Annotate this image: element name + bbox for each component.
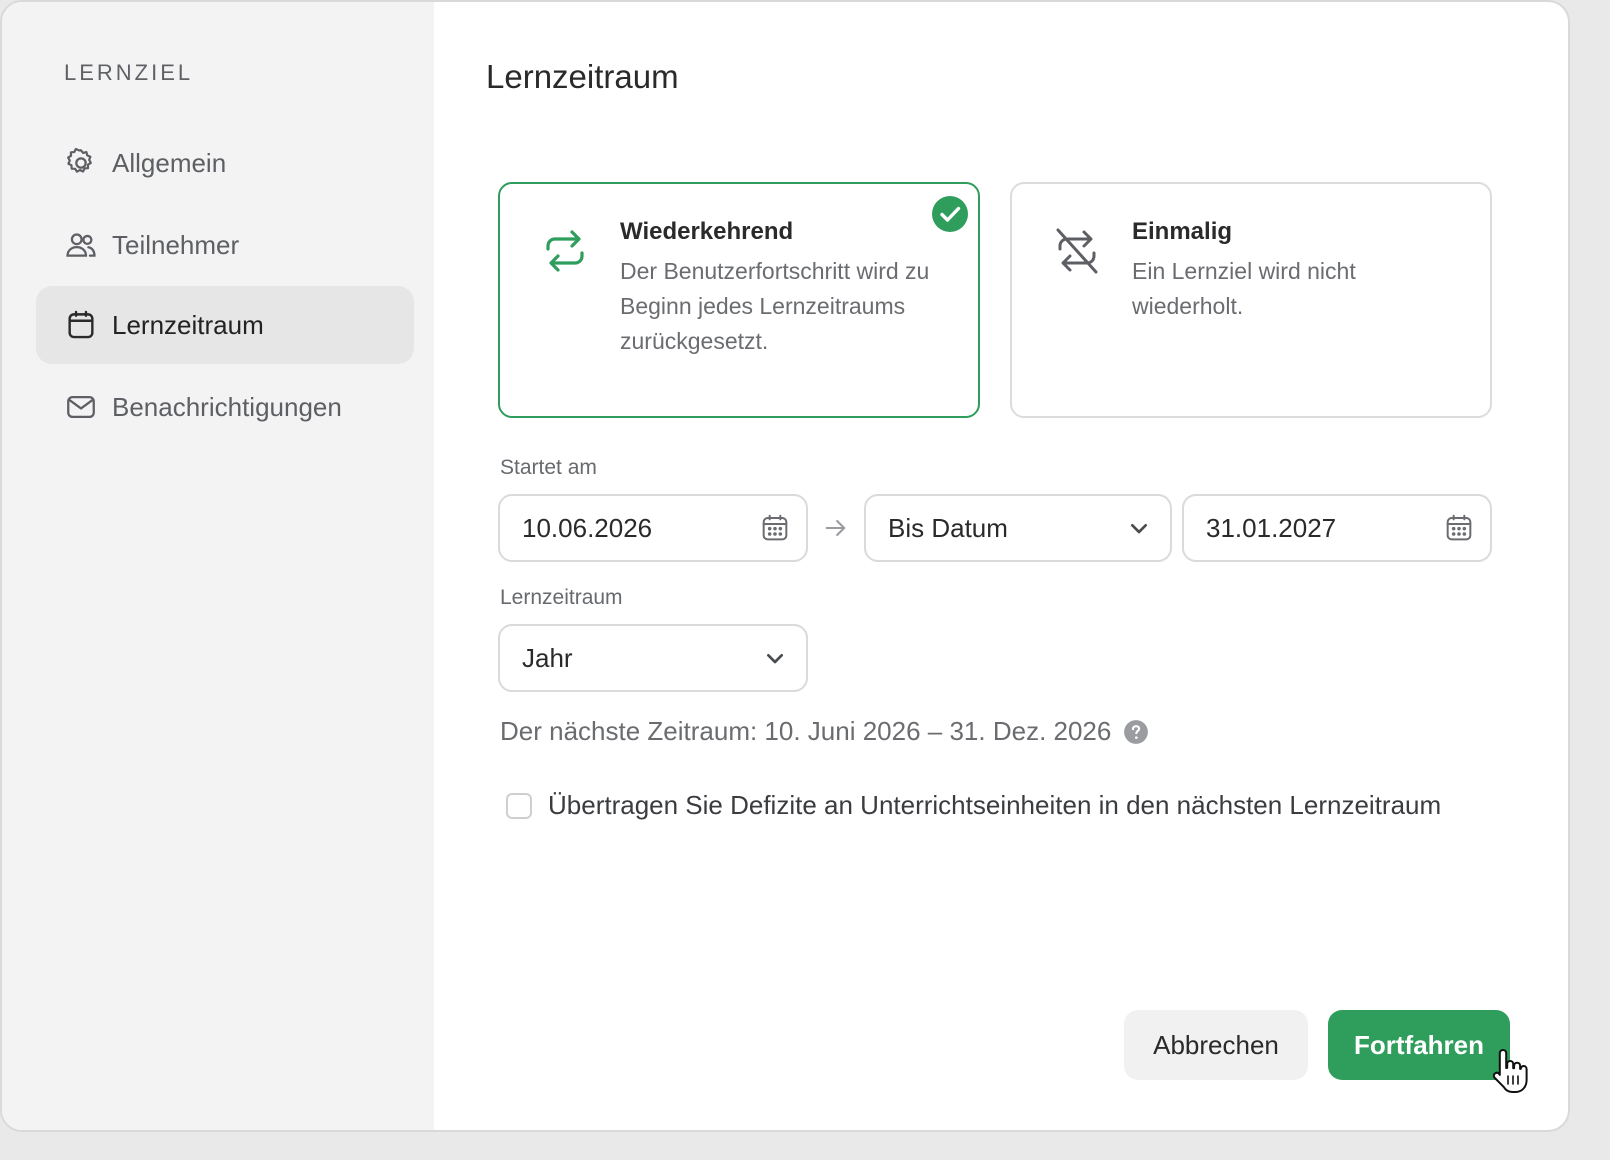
cancel-button[interactable]: Abbrechen <box>1124 1010 1308 1080</box>
sidebar: LERNZIEL Allgemein Teilnehmer Lernzeitra… <box>2 2 434 1130</box>
gear-icon <box>64 146 98 180</box>
end-mode-select[interactable]: Bis Datum <box>864 494 1172 562</box>
carry-over-row: Übertragen Sie Defizite an Unterrichtsei… <box>506 790 1441 821</box>
main-content: Lernzeitraum Wiederkehrend Der Benutzerf… <box>434 2 1568 1130</box>
arrow-right-icon <box>822 514 850 542</box>
mail-icon <box>64 390 98 424</box>
next-period-info: Der nächste Zeitraum: 10. Juni 2026 – 31… <box>500 716 1149 747</box>
end-date-value: 31.01.2027 <box>1206 512 1337 543</box>
continue-button[interactable]: Fortfahren <box>1328 1010 1510 1080</box>
chevron-down-icon <box>758 641 792 675</box>
sidebar-heading: LERNZIEL <box>64 60 194 85</box>
sidebar-item-label: Teilnehmer <box>112 229 240 260</box>
repeat-icon <box>536 222 594 280</box>
end-mode-value: Bis Datum <box>888 512 1008 543</box>
calendar-icon[interactable] <box>1442 511 1476 545</box>
users-icon <box>64 228 98 262</box>
calendar-icon <box>64 308 98 342</box>
start-date-value: 10.06.2026 <box>522 512 653 543</box>
sidebar-item-benachrichtigungen[interactable]: Benachrichtigungen <box>36 368 414 446</box>
option-card-recurring[interactable]: Wiederkehrend Der Benutzerfortschritt wi… <box>498 182 980 418</box>
start-date-label: Startet am <box>500 456 597 479</box>
calendar-icon[interactable] <box>758 511 792 545</box>
page-title: Lernzeitraum <box>486 58 679 95</box>
next-period-text: Der nächste Zeitraum: 10. Juni 2026 – 31… <box>500 716 1112 746</box>
sidebar-item-lernzeitraum[interactable]: Lernzeitraum <box>36 286 414 364</box>
chevron-down-icon <box>1122 511 1156 545</box>
option-title: Einmalig <box>1132 218 1233 245</box>
option-card-one-time[interactable]: Einmalig Ein Lernziel wird nicht wiederh… <box>1010 182 1492 418</box>
no-repeat-icon <box>1048 222 1106 280</box>
option-title: Wiederkehrend <box>620 218 794 245</box>
help-icon[interactable] <box>1123 719 1149 745</box>
goal-settings-dialog: LERNZIEL Allgemein Teilnehmer Lernzeitra… <box>0 0 1570 1132</box>
sidebar-item-teilnehmer[interactable]: Teilnehmer <box>36 206 414 284</box>
hand-pointer-icon <box>1490 1046 1530 1098</box>
sidebar-item-label: Benachrichtigungen <box>112 391 342 422</box>
end-date-input[interactable]: 31.01.2027 <box>1182 494 1492 562</box>
option-description: Ein Lernziel wird nicht wiederholt. <box>1132 258 1356 319</box>
sidebar-item-label: Allgemein <box>112 147 227 178</box>
sidebar-item-allgemein[interactable]: Allgemein <box>36 124 414 202</box>
sidebar-item-label: Lernzeitraum <box>112 309 264 340</box>
carry-over-checkbox[interactable] <box>506 792 532 819</box>
period-value: Jahr <box>522 642 573 673</box>
check-circle-icon <box>932 196 968 232</box>
option-description: Der Benutzerfortschritt wird zu Beginn j… <box>620 258 930 354</box>
period-label: Lernzeitraum <box>500 586 623 609</box>
carry-over-label[interactable]: Übertragen Sie Defizite an Unterrichtsei… <box>548 790 1441 821</box>
period-select[interactable]: Jahr <box>498 624 808 692</box>
start-date-input[interactable]: 10.06.2026 <box>498 494 808 562</box>
